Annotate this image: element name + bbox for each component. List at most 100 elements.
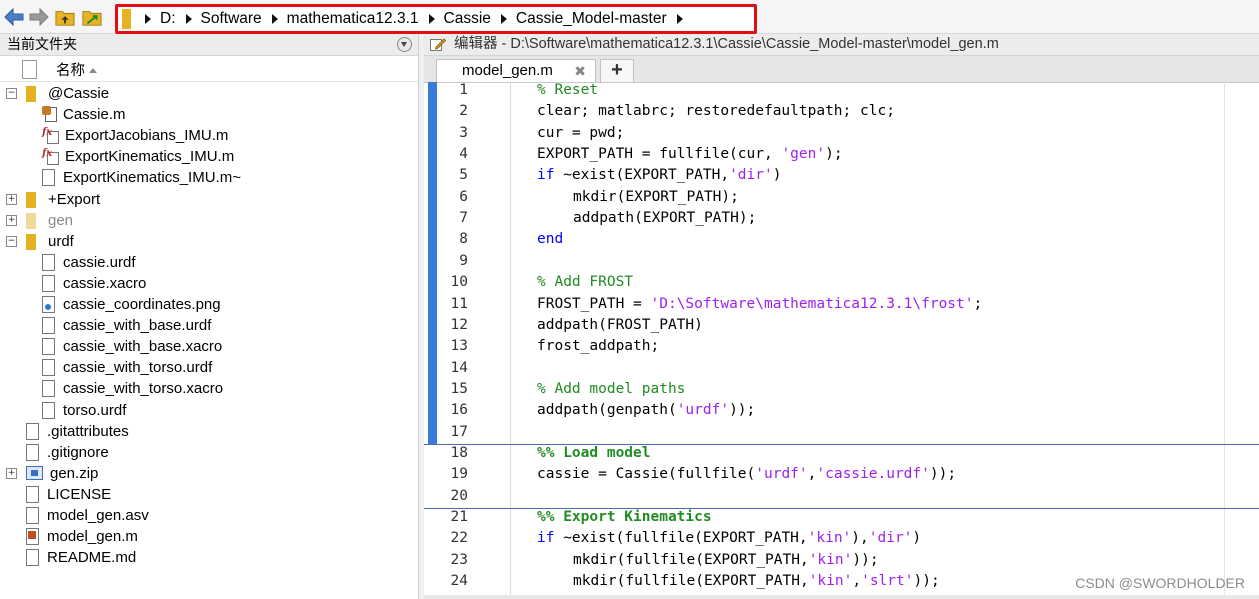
file-list-item[interactable]: cassie_with_base.urdf (42, 315, 211, 336)
line-number: 15 (450, 381, 468, 397)
file-list-item[interactable]: gen.zip (26, 463, 98, 484)
code-line[interactable]: EXPORT_PATH = fullfile(cur, 'gen'); (537, 146, 843, 162)
file-icon (26, 549, 39, 566)
column-header[interactable]: 名称 (0, 56, 418, 82)
code-line[interactable]: mkdir(fullfile(EXPORT_PATH,'kin')); (573, 552, 879, 568)
file-list-item[interactable]: ExportKinematics_IMU.m~ (42, 167, 241, 188)
code-line[interactable]: addpath(genpath('urdf')); (537, 402, 755, 418)
panel-menu-icon[interactable] (397, 37, 412, 52)
file-name: cassie_coordinates.png (63, 296, 221, 313)
code-line[interactable]: % Add model paths (537, 381, 685, 397)
breadcrumb-item[interactable]: D: (160, 10, 176, 28)
collapse-icon[interactable]: − (6, 88, 17, 99)
code-line[interactable]: mkdir(fullfile(EXPORT_PATH,'kin','slrt')… (573, 573, 940, 589)
browse-folder-icon[interactable] (82, 7, 102, 27)
code-token: ) (772, 167, 782, 183)
breadcrumb-item[interactable]: Software (201, 10, 262, 28)
function-file-icon: fx (42, 127, 60, 144)
file-list-item[interactable]: urdf (26, 231, 74, 252)
breadcrumb-separator-icon[interactable] (271, 14, 278, 24)
file-list-item[interactable]: cassie_with_torso.urdf (42, 357, 212, 378)
code-line[interactable]: if ~exist(fullfile(EXPORT_PATH,'kin'),'d… (537, 530, 921, 546)
line-number: 13 (450, 338, 468, 354)
file-list-item[interactable]: model_gen.asv (26, 505, 149, 526)
file-list-item[interactable]: cassie.urdf (42, 252, 136, 273)
breadcrumb-item[interactable]: Cassie (444, 10, 491, 28)
code-token: %% Export Kinematics (537, 509, 712, 525)
code-line[interactable]: frost_addpath; (537, 338, 659, 354)
name-column-label: 名称 (56, 63, 85, 79)
file-list-item[interactable]: model_gen.m (26, 526, 138, 547)
code-line[interactable]: %% Load model (537, 445, 651, 461)
code-line[interactable]: if ~exist(EXPORT_PATH,'dir') (537, 167, 781, 183)
code-line[interactable]: %% Export Kinematics (537, 509, 712, 525)
breadcrumb-separator-icon[interactable] (428, 14, 435, 24)
code-area[interactable]: 1 % Reset 2 clear; matlabrc; restoredefault… (424, 82, 1259, 599)
up-folder-icon[interactable] (55, 7, 75, 27)
tab-model-gen[interactable]: model_gen.m ✖ (436, 59, 596, 82)
folder-icon (26, 191, 36, 208)
collapse-icon[interactable]: − (6, 236, 17, 247)
code-token: )); (913, 573, 940, 589)
file-list-item[interactable]: .gitattributes (26, 421, 129, 442)
code-token: clear; matlabrc; restoredefaultpath; clc… (537, 103, 895, 119)
code-line[interactable]: cassie = Cassie(fullfile('urdf','cassie.… (537, 466, 956, 482)
code-token: if (537, 530, 555, 546)
file-name: cassie_with_torso.urdf (63, 359, 213, 376)
code-line[interactable]: mkdir(EXPORT_PATH); (573, 189, 739, 205)
folder-icon (26, 233, 36, 250)
line-number: 23 (450, 552, 468, 568)
file-list-item[interactable]: Cassie.m (42, 104, 126, 125)
file-list-item[interactable]: README.md (26, 547, 136, 568)
code-token: FROST_PATH = (537, 296, 651, 312)
file-list-item[interactable]: @Cassie (26, 83, 109, 104)
tab-label: model_gen.m (462, 62, 553, 79)
code-line[interactable]: addpath(EXPORT_PATH); (573, 210, 756, 226)
folder-icon (122, 9, 131, 29)
code-line[interactable]: FROST_PATH = 'D:\Software\mathematica12.… (537, 296, 982, 312)
new-tab-button[interactable]: + (600, 59, 634, 82)
code-line[interactable]: addpath(FROST_PATH) (537, 317, 703, 333)
code-line[interactable]: % Add FROST (537, 274, 633, 290)
breadcrumb-separator-icon[interactable] (500, 14, 507, 24)
file-list-item[interactable]: gen (26, 210, 73, 231)
name-column-header[interactable]: 名称 (56, 59, 97, 80)
breadcrumb-item[interactable]: Cassie_Model-master (516, 10, 667, 28)
file-name: .gitattributes (47, 423, 129, 440)
line-number: 2 (459, 103, 468, 119)
file-list-item[interactable]: fx ExportJacobians_IMU.m (42, 125, 228, 146)
code-token: 'urdf' (755, 466, 808, 482)
code-token: )); (852, 552, 879, 568)
file-list-item[interactable]: +Export (26, 189, 100, 210)
file-list-item[interactable]: torso.urdf (42, 400, 126, 421)
breadcrumb-item[interactable]: mathematica12.3.1 (287, 10, 419, 28)
code-line[interactable]: % Reset (537, 82, 598, 98)
file-list-item[interactable]: cassie_with_base.xacro (42, 336, 222, 357)
code-line[interactable]: clear; matlabrc; restoredefaultpath; clc… (537, 103, 895, 119)
file-list-item[interactable]: fx ExportKinematics_IMU.m (42, 146, 234, 167)
address-bar[interactable]: D: Software mathematica12.3.1 Cassie Cassie_… (115, 4, 757, 34)
breadcrumb-separator-icon[interactable] (676, 14, 683, 24)
file-list-item[interactable]: cassie_with_torso.xacro (42, 378, 223, 399)
breadcrumb-separator-icon[interactable] (145, 14, 151, 24)
code-token: mkdir(fullfile(EXPORT_PATH, (573, 573, 809, 589)
expand-icon[interactable]: + (6, 215, 17, 226)
line-number: 5 (459, 167, 468, 183)
file-name: @Cassie (48, 85, 110, 102)
breadcrumb-separator-icon[interactable] (185, 14, 192, 24)
back-arrow-icon[interactable] (4, 7, 24, 27)
script-file-icon (26, 528, 39, 545)
file-list-item[interactable]: cassie_coordinates.png (42, 294, 221, 315)
file-list-item[interactable]: .gitignore (26, 442, 109, 463)
file-list-item[interactable]: LICENSE (26, 484, 111, 505)
file-name: ExportJacobians_IMU.m (65, 127, 229, 144)
file-name: .gitignore (47, 444, 109, 461)
code-line[interactable]: end (537, 231, 563, 247)
expand-icon[interactable]: + (6, 194, 17, 205)
code-line[interactable]: cur = pwd; (537, 125, 624, 141)
line-number: 14 (450, 360, 468, 376)
forward-arrow-icon[interactable] (29, 7, 49, 27)
file-list-item[interactable]: cassie.xacro (42, 273, 146, 294)
close-tab-icon[interactable]: ✖ (574, 60, 586, 82)
expand-icon[interactable]: + (6, 468, 17, 479)
